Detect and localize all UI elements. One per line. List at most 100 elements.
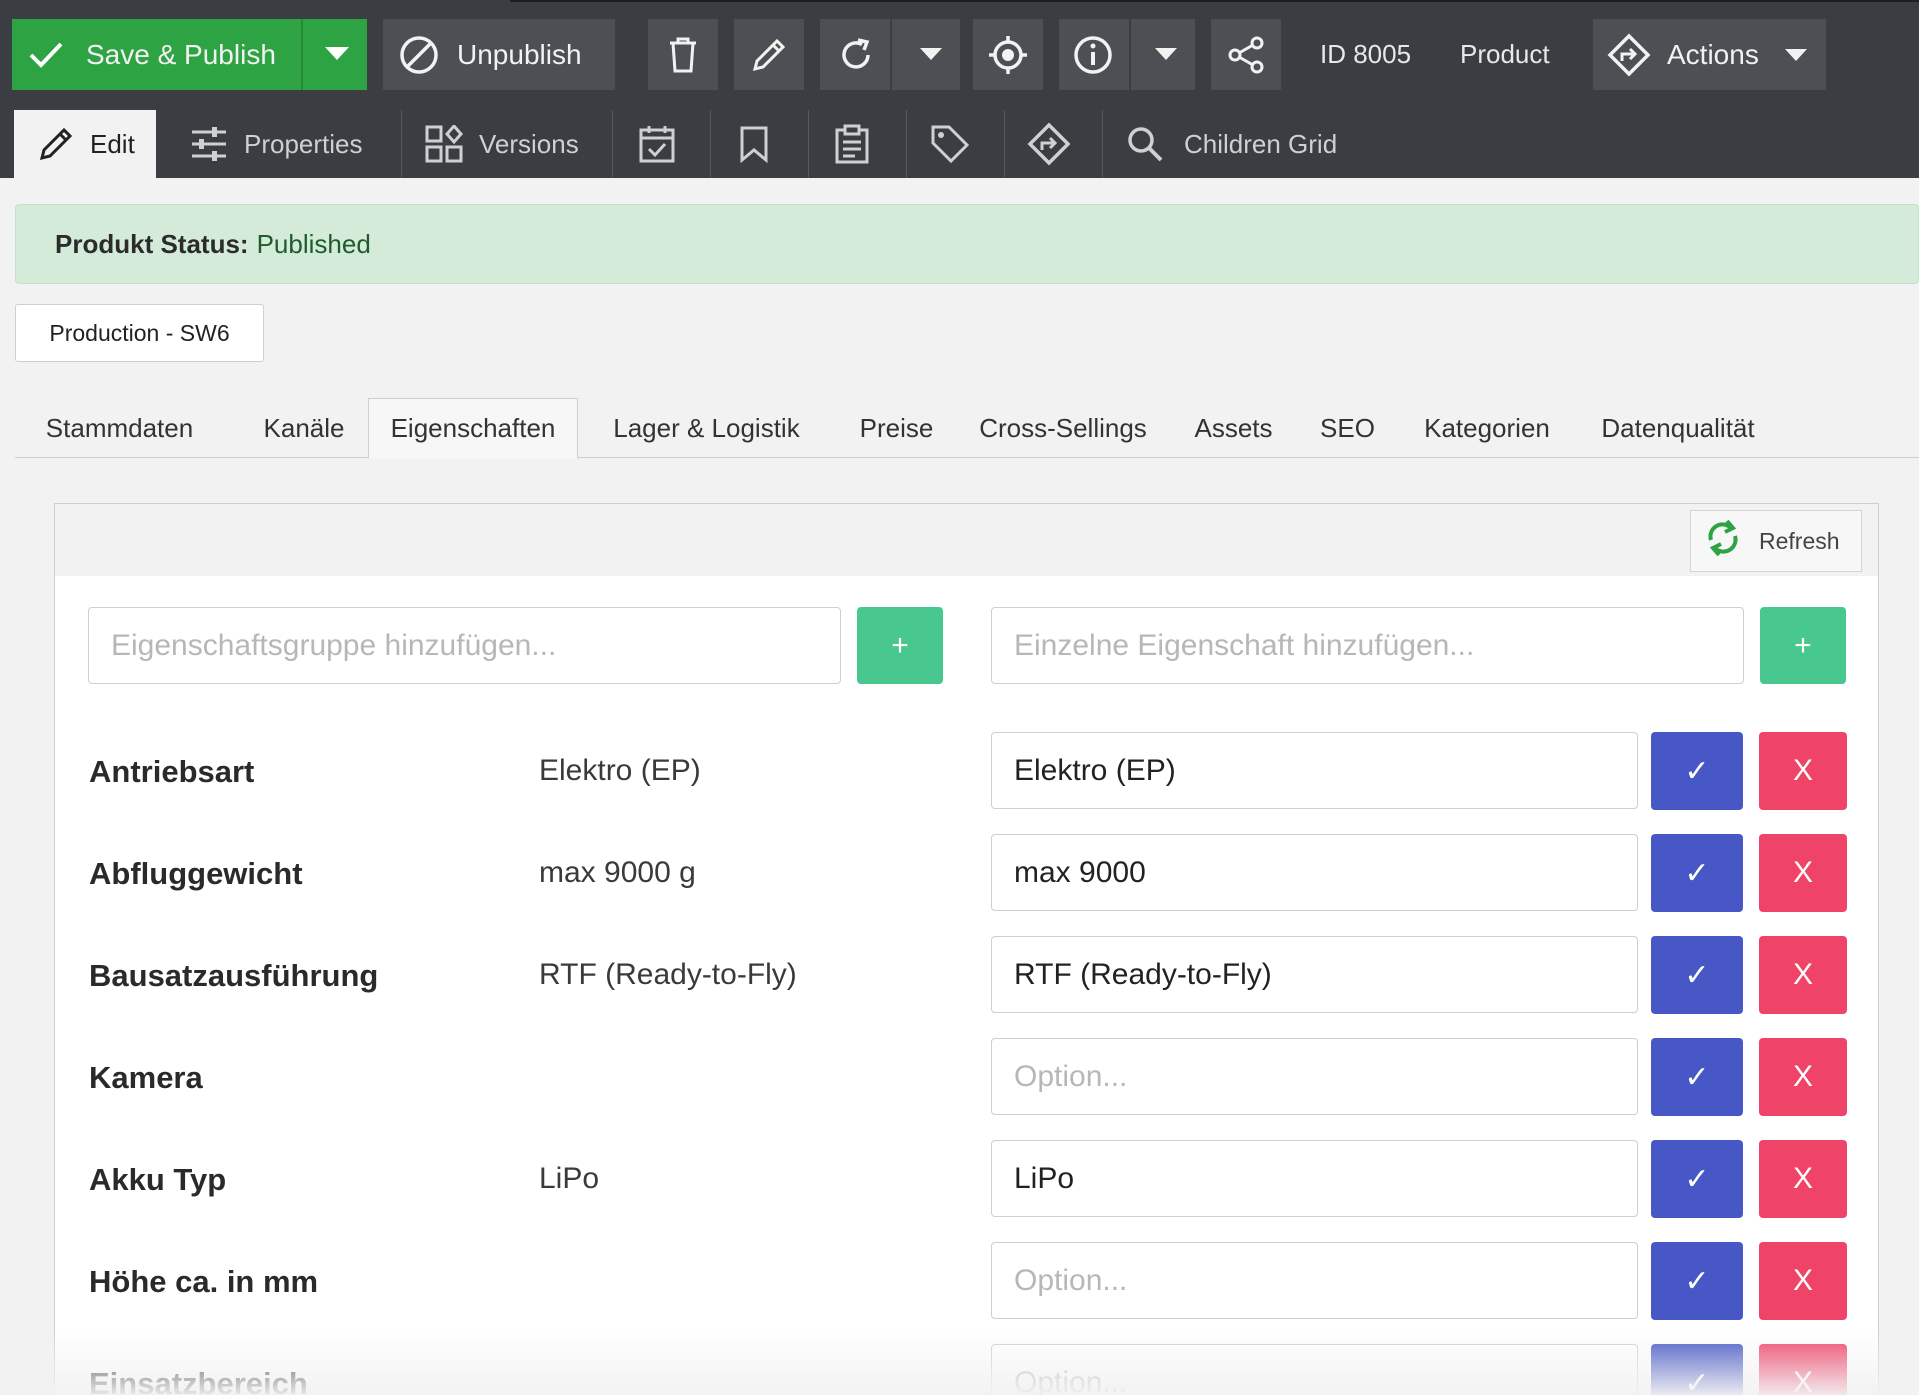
tab-schedule[interactable] [638, 110, 676, 178]
single-property-input[interactable] [991, 607, 1744, 684]
property-group-input[interactable] [88, 607, 841, 684]
add-property-button[interactable]: + [1760, 607, 1846, 684]
section-tabs: Stammdaten Kanäle Eigenschaften Lager & … [15, 398, 1919, 459]
actions-chevron-icon [1783, 47, 1809, 63]
save-publish-label: Save & Publish [86, 38, 276, 70]
property-value: LiPo [539, 1162, 600, 1195]
tab-datenqualitaet[interactable]: Datenqualität [1578, 398, 1778, 458]
tab-versions[interactable]: Versions [425, 110, 579, 178]
reload-dropdown-chevron-icon[interactable] [918, 46, 944, 62]
property-name: Antriebsart [89, 754, 255, 789]
status-label: Produkt Status: [55, 228, 249, 259]
info-button[interactable] [1059, 19, 1195, 90]
channel-tag[interactable]: Production - SW6 [15, 304, 264, 362]
tab-separator [710, 110, 711, 178]
add-group-button[interactable]: + [857, 607, 943, 684]
property-name: Akku Typ [89, 1162, 227, 1197]
tab-children-grid[interactable]: Children Grid [1126, 110, 1337, 178]
bookmark-icon [739, 125, 769, 163]
unpublish-button[interactable]: Unpublish [383, 19, 615, 90]
tab-lager-logistik[interactable]: Lager & Logistik [578, 398, 835, 458]
tab-separator [401, 110, 402, 178]
info-dropdown-chevron-icon[interactable] [1153, 46, 1179, 62]
confirm-button[interactable]: ✓ [1651, 1038, 1743, 1116]
checkmark-icon [28, 40, 64, 70]
property-option-input[interactable] [991, 1344, 1638, 1395]
remove-button[interactable]: X [1759, 834, 1847, 912]
object-id: ID 8005 [1320, 39, 1412, 69]
property-option-input[interactable] [991, 1038, 1638, 1115]
tab-kanaele[interactable]: Kanäle [224, 398, 384, 458]
property-name: Kamera [89, 1060, 203, 1095]
calendar-check-icon [638, 124, 676, 164]
reload-button[interactable] [820, 19, 960, 90]
confirm-button[interactable]: ✓ [1651, 1344, 1743, 1395]
remove-button[interactable]: X [1759, 936, 1847, 1014]
property-value: RTF (Ready-to-Fly) [539, 958, 797, 991]
tab-eigenschaften[interactable]: Eigenschaften [368, 398, 578, 459]
tab-separator [808, 110, 809, 178]
object-type: Product [1460, 39, 1550, 69]
tab-preise[interactable]: Preise [835, 398, 958, 458]
tab-assets[interactable]: Assets [1168, 398, 1299, 458]
rename-button[interactable] [734, 19, 804, 90]
delete-button[interactable] [648, 19, 718, 90]
property-option-input[interactable] [991, 936, 1638, 1013]
save-publish-button[interactable]: Save & Publish [12, 19, 367, 90]
property-option-input[interactable] [991, 834, 1638, 911]
pencil-icon [38, 126, 74, 162]
property-option-input[interactable] [991, 732, 1638, 809]
tab-notes[interactable] [834, 110, 870, 178]
confirm-button[interactable]: ✓ [1651, 834, 1743, 912]
property-name: Bausatzausführung [89, 958, 379, 993]
property-name: Abfluggewicht [89, 856, 303, 891]
status-value: Published [256, 228, 371, 259]
share-button[interactable] [1211, 19, 1281, 90]
remove-button[interactable]: X [1759, 1140, 1847, 1218]
tab-seo[interactable]: SEO [1299, 398, 1396, 458]
confirm-button[interactable]: ✓ [1651, 1242, 1743, 1320]
locate-button[interactable] [973, 19, 1043, 90]
remove-button[interactable]: X [1759, 1038, 1847, 1116]
actions-button[interactable]: Actions [1593, 19, 1826, 90]
refresh-label: Refresh [1759, 527, 1840, 554]
tab-children-grid-label: Children Grid [1184, 128, 1338, 159]
tab-edit-label: Edit [90, 128, 135, 159]
search-icon [1126, 125, 1164, 163]
property-option-input[interactable] [991, 1140, 1638, 1217]
tab-bookmarks[interactable] [739, 110, 769, 178]
confirm-button[interactable]: ✓ [1651, 936, 1743, 1014]
tab-tags[interactable] [930, 110, 970, 178]
property-value: Elektro (EP) [539, 754, 701, 787]
refresh-button[interactable]: Refresh [1690, 510, 1862, 572]
properties-panel: Refresh + + Antriebsart Elektro (EP) ✓ X… [54, 503, 1879, 1395]
tab-kategorien[interactable]: Kategorien [1396, 398, 1578, 458]
tab-stammdaten[interactable]: Stammdaten [15, 398, 224, 458]
remove-button[interactable]: X [1759, 1242, 1847, 1320]
trash-icon [668, 36, 698, 74]
tab-separator [906, 110, 907, 178]
remove-button[interactable]: X [1759, 1344, 1847, 1395]
property-option-input[interactable] [991, 1242, 1638, 1319]
share-icon [1226, 35, 1266, 75]
tab-workflow[interactable] [1027, 110, 1071, 178]
save-dropdown-chevron-icon[interactable] [323, 45, 351, 63]
tab-cross-sellings[interactable]: Cross-Sellings [958, 398, 1168, 458]
actions-label: Actions [1667, 38, 1759, 70]
clipboard-icon [834, 124, 870, 164]
widgets-icon [425, 125, 463, 163]
button-divider [890, 19, 892, 90]
toolbar-top-border [510, 0, 1919, 2]
confirm-button[interactable]: ✓ [1651, 1140, 1743, 1218]
confirm-button[interactable]: ✓ [1651, 732, 1743, 810]
remove-button[interactable]: X [1759, 732, 1847, 810]
reload-icon [838, 37, 874, 73]
button-divider [1129, 19, 1131, 90]
tab-versions-label: Versions [479, 128, 579, 159]
tab-properties[interactable]: Properties [190, 110, 363, 178]
panel-header: Refresh [55, 504, 1878, 576]
tab-edit[interactable]: Edit [14, 110, 156, 178]
tab-separator [612, 110, 613, 178]
info-icon [1073, 35, 1113, 75]
status-banner: Produkt Status: Published [15, 204, 1919, 284]
